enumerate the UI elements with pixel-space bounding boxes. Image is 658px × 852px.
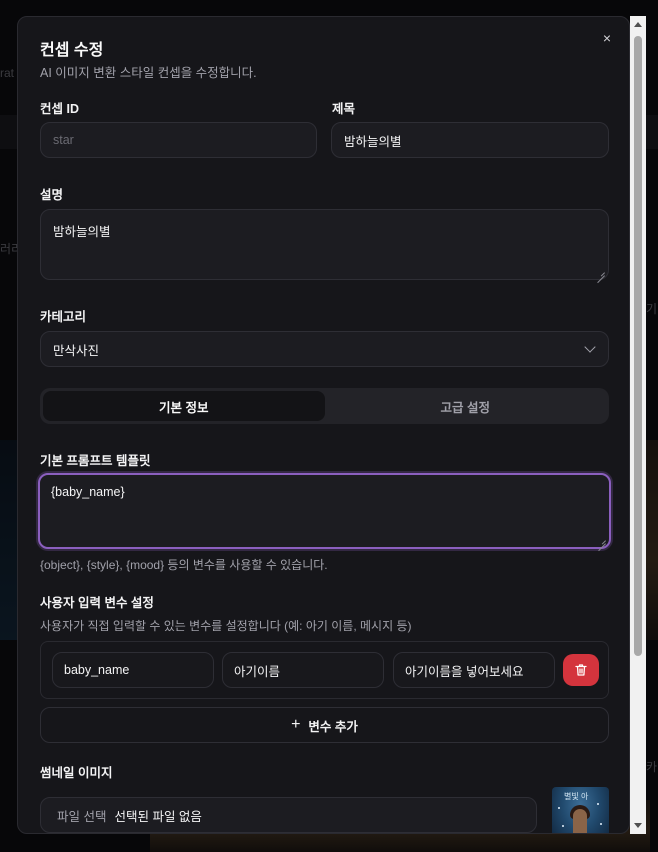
resize-grip-icon[interactable] xyxy=(598,536,606,544)
thumbnail-file-input[interactable]: 파일 선택 선택된 파일 없음 xyxy=(40,797,537,833)
star-icon xyxy=(600,823,602,825)
prompt-template-textarea[interactable]: {baby_name} xyxy=(38,473,611,549)
category-select[interactable]: 만삭사진 xyxy=(40,331,609,367)
title-label: 제목 xyxy=(332,102,356,116)
dialog-subtitle: AI 이미지 변환 스타일 컨셉을 수정합니다. xyxy=(40,66,257,80)
thumbnail-label: 썸네일 이미지 xyxy=(40,766,113,780)
chevron-down-icon xyxy=(584,341,596,353)
concept-id-input[interactable]: star xyxy=(40,122,317,158)
scrollbar-thumb[interactable] xyxy=(634,36,642,656)
prompt-template-label: 기본 프롬프트 템플릿 xyxy=(40,454,151,468)
file-status-text: 선택된 파일 없음 xyxy=(114,809,202,824)
delete-variable-button[interactable] xyxy=(563,654,599,686)
description-value: 밤하늘의별 xyxy=(53,225,111,239)
add-variable-button[interactable]: + 변수 추가 xyxy=(40,707,609,743)
edit-concept-dialog: × 컨셉 수정 AI 이미지 변환 스타일 컨셉을 수정합니다. 컨셉 ID s… xyxy=(17,16,630,834)
variable-display-input[interactable]: 아기이름 xyxy=(222,652,384,688)
star-icon xyxy=(597,803,599,805)
figure-body xyxy=(573,809,587,833)
tab-basic-info[interactable]: 기본 정보 xyxy=(43,391,325,421)
variables-label: 사용자 입력 변수 설정 xyxy=(40,596,154,610)
star-icon xyxy=(558,807,560,809)
close-icon[interactable]: × xyxy=(599,30,615,46)
thumbnail-text: 별빛 아 xyxy=(564,792,589,801)
file-select-button[interactable]: 파일 선택 xyxy=(57,806,106,825)
prompt-template-hint: {object}, {style}, {mood} 등의 변수를 사용할 수 있… xyxy=(40,558,328,572)
variable-row: baby_name 아기이름 아기이름을 넣어보세요 xyxy=(40,641,609,699)
tab-advanced-settings[interactable]: 고급 설정 xyxy=(325,391,607,421)
star-icon xyxy=(562,825,564,827)
category-selected-value: 만삭사진 xyxy=(53,343,100,358)
tab-bar: 기본 정보 고급 설정 xyxy=(40,388,609,424)
add-variable-label: 변수 추가 xyxy=(308,719,358,734)
description-label: 설명 xyxy=(40,188,64,202)
concept-id-label: 컨셉 ID xyxy=(40,102,79,116)
thumbnail-preview: 별빛 아 xyxy=(552,787,609,833)
dialog-title: 컨셉 수정 xyxy=(40,42,104,59)
resize-grip-icon[interactable] xyxy=(597,268,605,276)
trash-icon xyxy=(575,664,587,676)
scroll-up-arrow-icon[interactable] xyxy=(634,22,642,27)
description-textarea[interactable]: 밤하늘의별 xyxy=(40,209,609,280)
title-input[interactable]: 밤하늘의별 xyxy=(331,122,609,158)
variable-name-input[interactable]: baby_name xyxy=(52,652,214,688)
plus-icon: + xyxy=(291,716,301,733)
scrollbar[interactable] xyxy=(630,16,646,834)
prompt-template-value: {baby_name} xyxy=(51,485,125,499)
variables-hint: 사용자가 직접 입력할 수 있는 변수를 설정합니다 (예: 아기 이름, 메시… xyxy=(40,619,412,633)
scroll-down-arrow-icon[interactable] xyxy=(634,823,642,828)
category-label: 카테고리 xyxy=(40,310,87,324)
variable-placeholder-input[interactable]: 아기이름을 넣어보세요 xyxy=(393,652,555,688)
